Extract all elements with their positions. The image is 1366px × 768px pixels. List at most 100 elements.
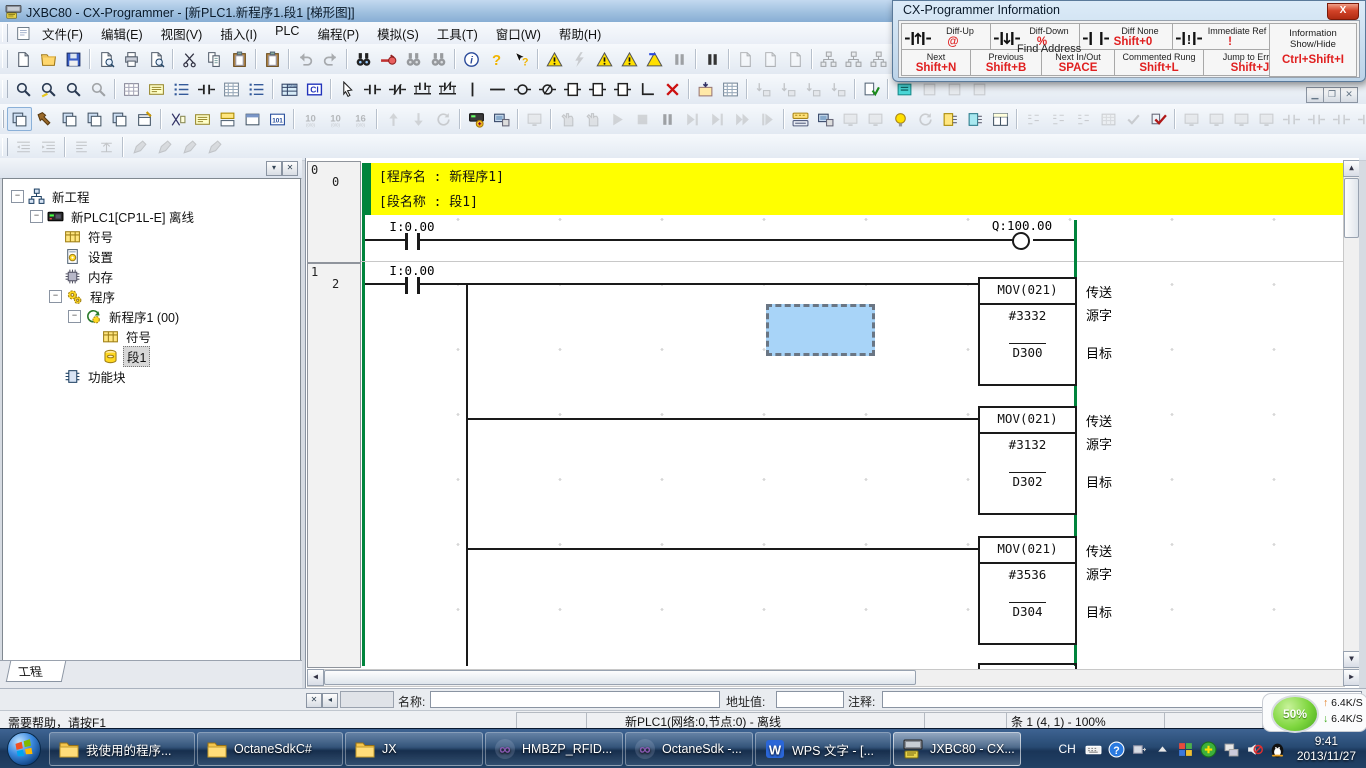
tree-item-新PLC1[CP1L-E] 离线[interactable]: −新PLC1[CP1L-E] 离线 (3, 207, 197, 226)
uparrow-tray-icon[interactable] (1154, 741, 1171, 758)
zoom-in-button[interactable] (11, 77, 36, 101)
tree-item-符号[interactable]: 符号 (3, 327, 154, 346)
taskbar-button-JXBC80 - CX...[interactable]: JXBC80 - CX... (893, 732, 1021, 766)
open-file-button[interactable] (36, 47, 61, 71)
menu-3[interactable]: 视图(V) (152, 22, 212, 45)
tree-item-新工程[interactable]: − 新工程 (3, 187, 93, 206)
print-preview-button[interactable] (144, 47, 169, 71)
address-reference-tool-button[interactable] (376, 47, 401, 71)
error-find-button[interactable] (592, 47, 617, 71)
tree-item-label[interactable]: 新程序1 (00) (106, 307, 182, 326)
source-operand[interactable]: #3132 (980, 437, 1075, 452)
mdi-child-icon[interactable] (16, 26, 33, 41)
find-button[interactable] (351, 47, 376, 71)
menu-5[interactable]: PLC (266, 22, 308, 45)
line-corner-button[interactable] (635, 77, 660, 101)
tree-item-label[interactable]: 程序 (87, 287, 118, 306)
ladder-editor[interactable]: 0012[程序名 : 新程序1][段名称 : 段1]I:0.00Q:100.00… (305, 158, 1359, 688)
tree-item-label[interactable]: 段1 (123, 346, 150, 367)
memory-view-button[interactable] (718, 77, 743, 101)
mov-block-3[interactable]: MOV(021)#3536D304 (978, 536, 1077, 645)
destination-operand[interactable]: D304 (980, 604, 1075, 619)
tree-item-新程序1 (00)[interactable]: − 新程序1 (00) (3, 307, 182, 326)
new-closed-contact-button[interactable] (385, 77, 410, 101)
io-table-button[interactable] (693, 77, 718, 101)
mnemonic-view-button[interactable]: SMA (277, 77, 302, 101)
watch-window-button[interactable] (988, 107, 1013, 131)
tree-item-段1[interactable]: 段1 (3, 347, 150, 366)
menu-6[interactable]: 编程(P) (308, 22, 368, 45)
section-list-button[interactable] (215, 107, 240, 131)
scroll-down-button[interactable]: ▼ (1343, 651, 1359, 668)
taskbar-button-WPS 文字 - [...[interactable]: WWPS 文字 - [... (755, 732, 891, 766)
tree-item-程序[interactable]: − 程序 (3, 287, 118, 306)
popup-close-button[interactable]: X (1327, 3, 1359, 20)
new-contact-button[interactable] (360, 77, 385, 101)
source-operand[interactable]: #3536 (980, 567, 1075, 582)
destination-operand[interactable]: D300 (980, 345, 1075, 360)
tree-item-功能块[interactable]: 功能块 (3, 367, 129, 386)
key-monitor-button[interactable] (788, 107, 813, 131)
menu-7[interactable]: 模拟(S) (368, 22, 428, 45)
window-cascade-button[interactable] (7, 107, 32, 131)
tree-item-label[interactable]: 设置 (85, 247, 116, 266)
help-tray-icon[interactable]: ? (1108, 741, 1125, 758)
save-button[interactable] (61, 47, 86, 71)
language-indicator[interactable]: CH (1058, 742, 1075, 756)
new-coil-button[interactable] (510, 77, 535, 101)
keyboard-tray-icon[interactable] (1085, 741, 1102, 758)
symbol-bar-back-button[interactable]: ◂ (322, 693, 338, 708)
tree-expander[interactable]: − (49, 290, 62, 303)
menu-4[interactable]: 插入(I) (211, 22, 266, 45)
taskbar-button-OctaneSdk -...[interactable]: ∞OctaneSdk -... (625, 732, 753, 766)
window-link-button[interactable] (107, 107, 132, 131)
child-close-button[interactable]: ✕ (1340, 87, 1358, 103)
rung-margin-0[interactable]: 00 (307, 161, 361, 263)
mov-block-2[interactable]: MOV(021)#3132D302 (978, 406, 1077, 515)
watch-cyan-button[interactable] (963, 107, 988, 131)
tree-item-label[interactable]: 新工程 (49, 187, 93, 206)
rung-margin-1[interactable]: 12 (307, 263, 361, 668)
coil-operand[interactable]: Q:100.00 (989, 218, 1055, 233)
shortcut-Immediate Ref[interactable]: !Immediate Ref! (1172, 23, 1274, 50)
horizontal-line-button[interactable] (485, 77, 510, 101)
workspace-tree-button[interactable] (244, 77, 269, 101)
menu-10[interactable]: 帮助(H) (550, 22, 610, 45)
online-with-plc-button[interactable] (489, 107, 514, 131)
work-online-simulator-button[interactable] (464, 107, 489, 131)
contact-operand[interactable]: I:0.00 (387, 219, 437, 234)
tree-item-label[interactable]: 功能块 (85, 367, 129, 386)
qq-tray-icon[interactable] (1269, 741, 1286, 758)
program-check-button[interactable] (859, 77, 884, 101)
taskbar-button-我使用的程序...[interactable]: 我使用的程序... (49, 732, 195, 766)
new-inverted-instruction-button[interactable] (610, 77, 635, 101)
tree-expander[interactable]: − (68, 310, 81, 323)
window-find-button[interactable] (57, 107, 82, 131)
scroll-up-button[interactable]: ▲ (1343, 160, 1359, 177)
tree-item-label[interactable]: 符号 (85, 227, 116, 246)
project-tab-label[interactable]: 工程 (16, 663, 44, 680)
new-instruction-button[interactable] (560, 77, 585, 101)
tree-expander[interactable]: − (11, 190, 24, 203)
taskbar-button-HMBZP_RFID...[interactable]: ∞HMBZP_RFID... (485, 732, 623, 766)
zoom-out-button[interactable] (61, 77, 86, 101)
ci-view-button[interactable]: CI (302, 77, 327, 101)
menu-9[interactable]: 窗口(W) (487, 22, 550, 45)
new-file-button[interactable] (11, 47, 36, 71)
tree-expander[interactable]: − (30, 210, 43, 223)
mov-block-1[interactable]: MOV(021)#3332D300 (978, 277, 1077, 386)
print-button[interactable] (119, 47, 144, 71)
vertical-line-button[interactable] (460, 77, 485, 101)
help-button[interactable]: ? (484, 47, 509, 71)
copy-button[interactable] (202, 47, 227, 71)
zoom-region-button[interactable] (36, 77, 61, 101)
io-comment-view-button[interactable] (194, 77, 219, 101)
scroll-left-button[interactable]: ◀ (307, 669, 324, 686)
name-input[interactable] (430, 691, 720, 708)
taskbar-button-JX[interactable]: JX (345, 732, 483, 766)
shortcut-Next[interactable]: NextShift+N (901, 49, 971, 76)
compile-button[interactable] (94, 47, 119, 71)
watch-yellow-button[interactable] (938, 107, 963, 131)
new-or-closed-contact-button[interactable] (435, 77, 460, 101)
child-minimize-button[interactable]: ▁ (1306, 87, 1324, 103)
